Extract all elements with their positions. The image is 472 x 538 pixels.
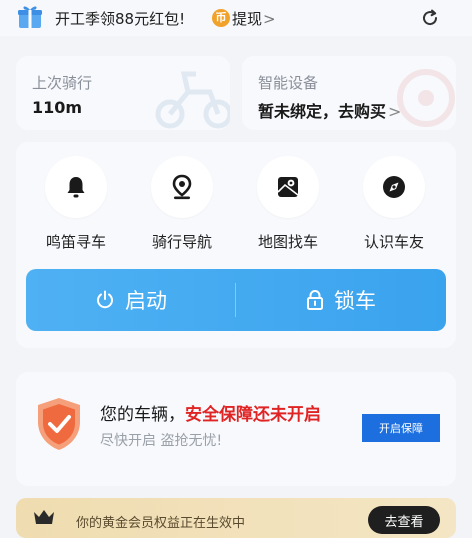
meet-riders-button[interactable] [363,156,425,218]
promo-banner[interactable]: 开工季领88元红包! 币 提现> [0,0,472,36]
smart-device-label: 智能设备 [258,74,319,92]
action-label: 鸣笛寻车 [45,233,106,251]
smart-device-card[interactable]: 智能设备 暂未绑定，去购买 > [242,56,456,130]
last-ride-card[interactable]: 上次骑行 110m [16,56,230,130]
withdraw-link[interactable]: 提现> [232,8,276,29]
start-lock-bar: 启动 锁车 [26,269,446,331]
power-icon [97,290,113,309]
safety-title-prefix: 您的车辆， [100,405,185,425]
action-honk-find[interactable]: 鸣笛寻车 [26,156,126,256]
last-ride-label: 上次骑行 [32,74,93,92]
honk-button[interactable] [45,156,107,218]
last-ride-distance: 110m [32,98,83,117]
action-map-find[interactable]: 地图找车 [238,156,338,256]
action-ride-navigation[interactable]: 骑行导航 [132,156,232,256]
view-benefits-button[interactable]: 去查看 [368,506,440,534]
scooter-illustration [155,71,230,129]
safety-warning: 安全保障还未开启 [185,405,321,425]
gift-icon [18,6,42,28]
lock-button[interactable]: 锁车 [236,269,446,331]
promo-text: 开工季领88元红包! [55,10,186,28]
location-pin-icon [172,174,192,200]
bell-icon [67,177,85,198]
safety-title: 您的车辆，安全保障还未开启 [100,400,321,425]
withdraw-label: 提现 [232,10,263,28]
lock-label: 锁车 [334,289,376,313]
crown-icon [34,510,54,524]
enable-protection-button[interactable]: 开启保障 [362,414,440,442]
lock-icon [307,290,323,310]
smart-device-status: 暂未绑定，去购买 > [258,98,401,122]
shield-check-icon [38,398,80,450]
action-label: 认识车友 [363,233,424,251]
vehicle-control-panel: 鸣笛寻车 骑行导航 地图找车 认识车友 启动 锁车 [16,142,456,348]
coin-icon: 币 [212,9,230,27]
compass-icon [383,176,405,198]
refresh-icon[interactable] [419,7,441,29]
start-label: 启动 [125,289,167,313]
action-meet-riders[interactable]: 认识车友 [344,156,444,256]
gold-member-banner[interactable]: 你的黄金会员权益正在生效中 去查看 [16,498,456,538]
navigation-button[interactable] [151,156,213,218]
start-button[interactable]: 启动 [26,269,236,331]
map-icon [277,177,299,197]
action-label: 地图找车 [257,233,318,251]
gold-member-text: 你的黄金会员权益正在生效中 [76,516,246,531]
map-find-button[interactable] [257,156,319,218]
smart-device-status-text: 暂未绑定，去购买 [258,102,387,121]
action-label: 骑行导航 [151,233,212,251]
safety-subtitle: 尽快开启 盗抢无忧! [100,433,223,449]
chevron-right-icon: > [263,10,276,28]
safety-protection-card[interactable]: 您的车辆，安全保障还未开启 尽快开启 盗抢无忧! 开启保障 [16,372,456,486]
chevron-right-icon: > [388,102,402,121]
